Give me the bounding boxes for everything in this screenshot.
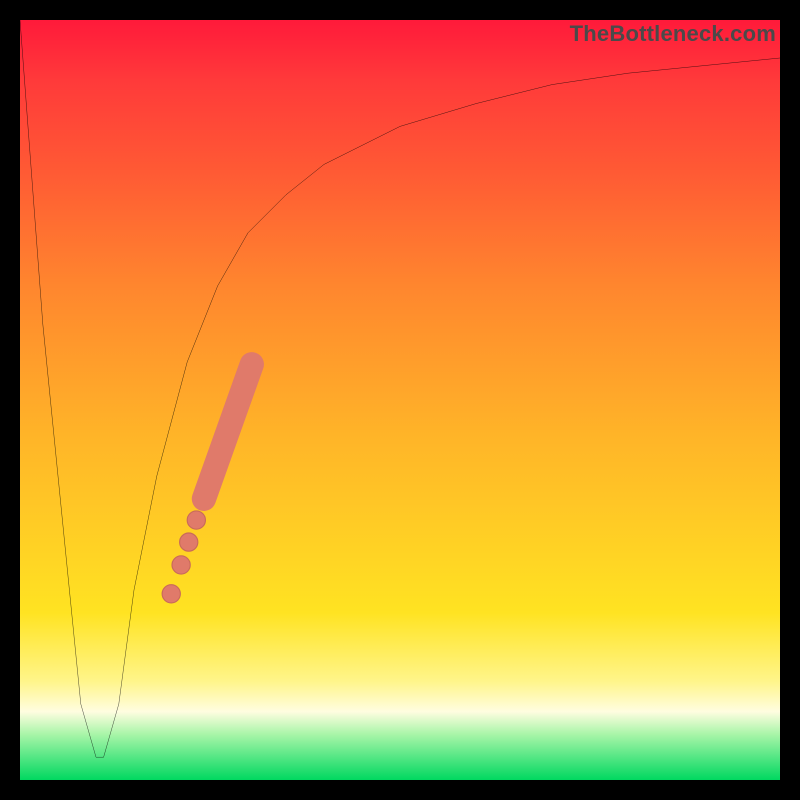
chart-svg [20, 20, 780, 780]
chart-frame: TheBottleneck.com [0, 0, 800, 800]
curve-layer [20, 20, 780, 757]
data-range-pill [204, 364, 252, 499]
data-point-marker [172, 556, 190, 574]
data-point-marker [162, 585, 180, 603]
marker-layer [162, 364, 252, 603]
plot-area: TheBottleneck.com [20, 20, 780, 780]
data-point-marker [180, 533, 198, 551]
data-point-marker [187, 511, 205, 529]
bottleneck-curve [20, 20, 780, 757]
